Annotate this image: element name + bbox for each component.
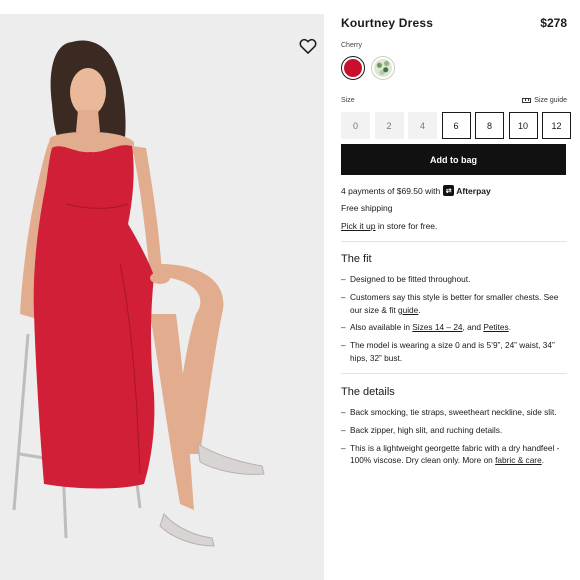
fit-item-1: Designed to be fitted throughout.	[341, 273, 567, 286]
sizes-14-24-link[interactable]: Sizes 14 – 24	[412, 322, 462, 332]
details-item-3: This is a lightweight georgette fabric w…	[341, 442, 567, 468]
details-item-3-end: .	[541, 455, 544, 466]
add-to-bag-button[interactable]: Add to bag	[341, 144, 566, 175]
favorite-button[interactable]	[298, 36, 318, 56]
heart-outline-icon	[299, 38, 317, 54]
pickup-rest-text: in store for free.	[377, 221, 438, 231]
fit-item-2: Customers say this style is better for s…	[341, 291, 567, 317]
product-price: $278	[540, 16, 567, 30]
fit-item-2-text: Customers say this style is better for s…	[350, 291, 559, 315]
pick-it-up-link[interactable]: Pick it up	[341, 221, 376, 231]
fit-heading: The fit	[341, 253, 372, 265]
divider	[341, 373, 567, 374]
details-item-2: Back zipper, high slit, and ruching deta…	[341, 424, 567, 437]
swatch-cherry[interactable]	[341, 56, 365, 80]
size-fit-guide-link[interactable]: guide	[398, 305, 418, 315]
fit-item-2-end: .	[418, 304, 421, 315]
afterpay-info: 4 payments of $69.50 with ⇄ Afterpay	[341, 185, 491, 196]
free-shipping: Free shipping	[341, 203, 393, 213]
size-guide-label: Size guide	[534, 97, 567, 104]
product-details-panel: Kourtney Dress $278 Cherry Size Size gui…	[341, 0, 571, 580]
swatch-floral[interactable]	[371, 56, 395, 80]
details-item-1-text: Back smocking, tie straps, sweetheart ne…	[350, 407, 557, 417]
title-row: Kourtney Dress $278	[341, 16, 567, 30]
product-image[interactable]	[0, 14, 324, 580]
ruler-icon	[522, 98, 532, 103]
red-dress	[33, 145, 155, 489]
size-option-4[interactable]: 4	[408, 112, 437, 139]
fit-item-1-text: Designed to be fitted throughout.	[350, 274, 471, 284]
fabric-care-link[interactable]: fabric & care	[495, 455, 542, 465]
fit-item-4: The model is wearing a size 0 and is 5’9…	[341, 339, 567, 365]
size-header: Size Size guide	[341, 97, 567, 104]
fit-list: Designed to be fitted throughout. Custom…	[341, 273, 567, 370]
fit-item-4-text: The model is wearing a size 0 and is 5’9…	[350, 340, 555, 363]
fit-item-3-text: Also available in	[350, 322, 413, 333]
details-list: Back smocking, tie straps, sweetheart ne…	[341, 406, 567, 472]
size-label: Size	[341, 97, 355, 104]
product-title: Kourtney Dress	[341, 16, 434, 30]
size-option-6[interactable]: 6	[441, 112, 471, 139]
petites-link[interactable]: Petites	[483, 322, 508, 332]
model-illustration	[12, 40, 265, 547]
divider	[341, 241, 567, 242]
face	[70, 68, 106, 116]
size-option-8[interactable]: 8	[475, 112, 504, 139]
color-swatches	[341, 56, 395, 80]
details-heading: The details	[341, 386, 395, 398]
pickup-info: Pick it up in store for free.	[341, 221, 437, 231]
details-item-1: Back smocking, tie straps, sweetheart ne…	[341, 406, 567, 419]
fit-item-3: Also available in Sizes 14 – 24, and Pet…	[341, 321, 567, 334]
details-item-2-text: Back zipper, high slit, and ruching deta…	[350, 424, 503, 435]
size-option-10[interactable]: 10	[508, 112, 538, 139]
size-option-0[interactable]: 0	[341, 112, 370, 139]
size-selector: 0 2 4 6 8 10 12	[341, 112, 571, 139]
afterpay-logo-icon: ⇄	[443, 185, 455, 196]
size-option-2[interactable]: 2	[374, 112, 404, 139]
fit-item-3-mid: , and	[462, 322, 484, 333]
color-label: Cherry	[341, 42, 363, 49]
afterpay-logo[interactable]: ⇄ Afterpay	[443, 185, 491, 196]
fit-item-3-end: .	[508, 322, 511, 333]
size-guide-link[interactable]: Size guide	[522, 97, 567, 104]
afterpay-text: 4 payments of $69.50 with	[341, 185, 441, 196]
size-option-12[interactable]: 12	[542, 112, 571, 139]
afterpay-provider: Afterpay	[456, 185, 491, 196]
